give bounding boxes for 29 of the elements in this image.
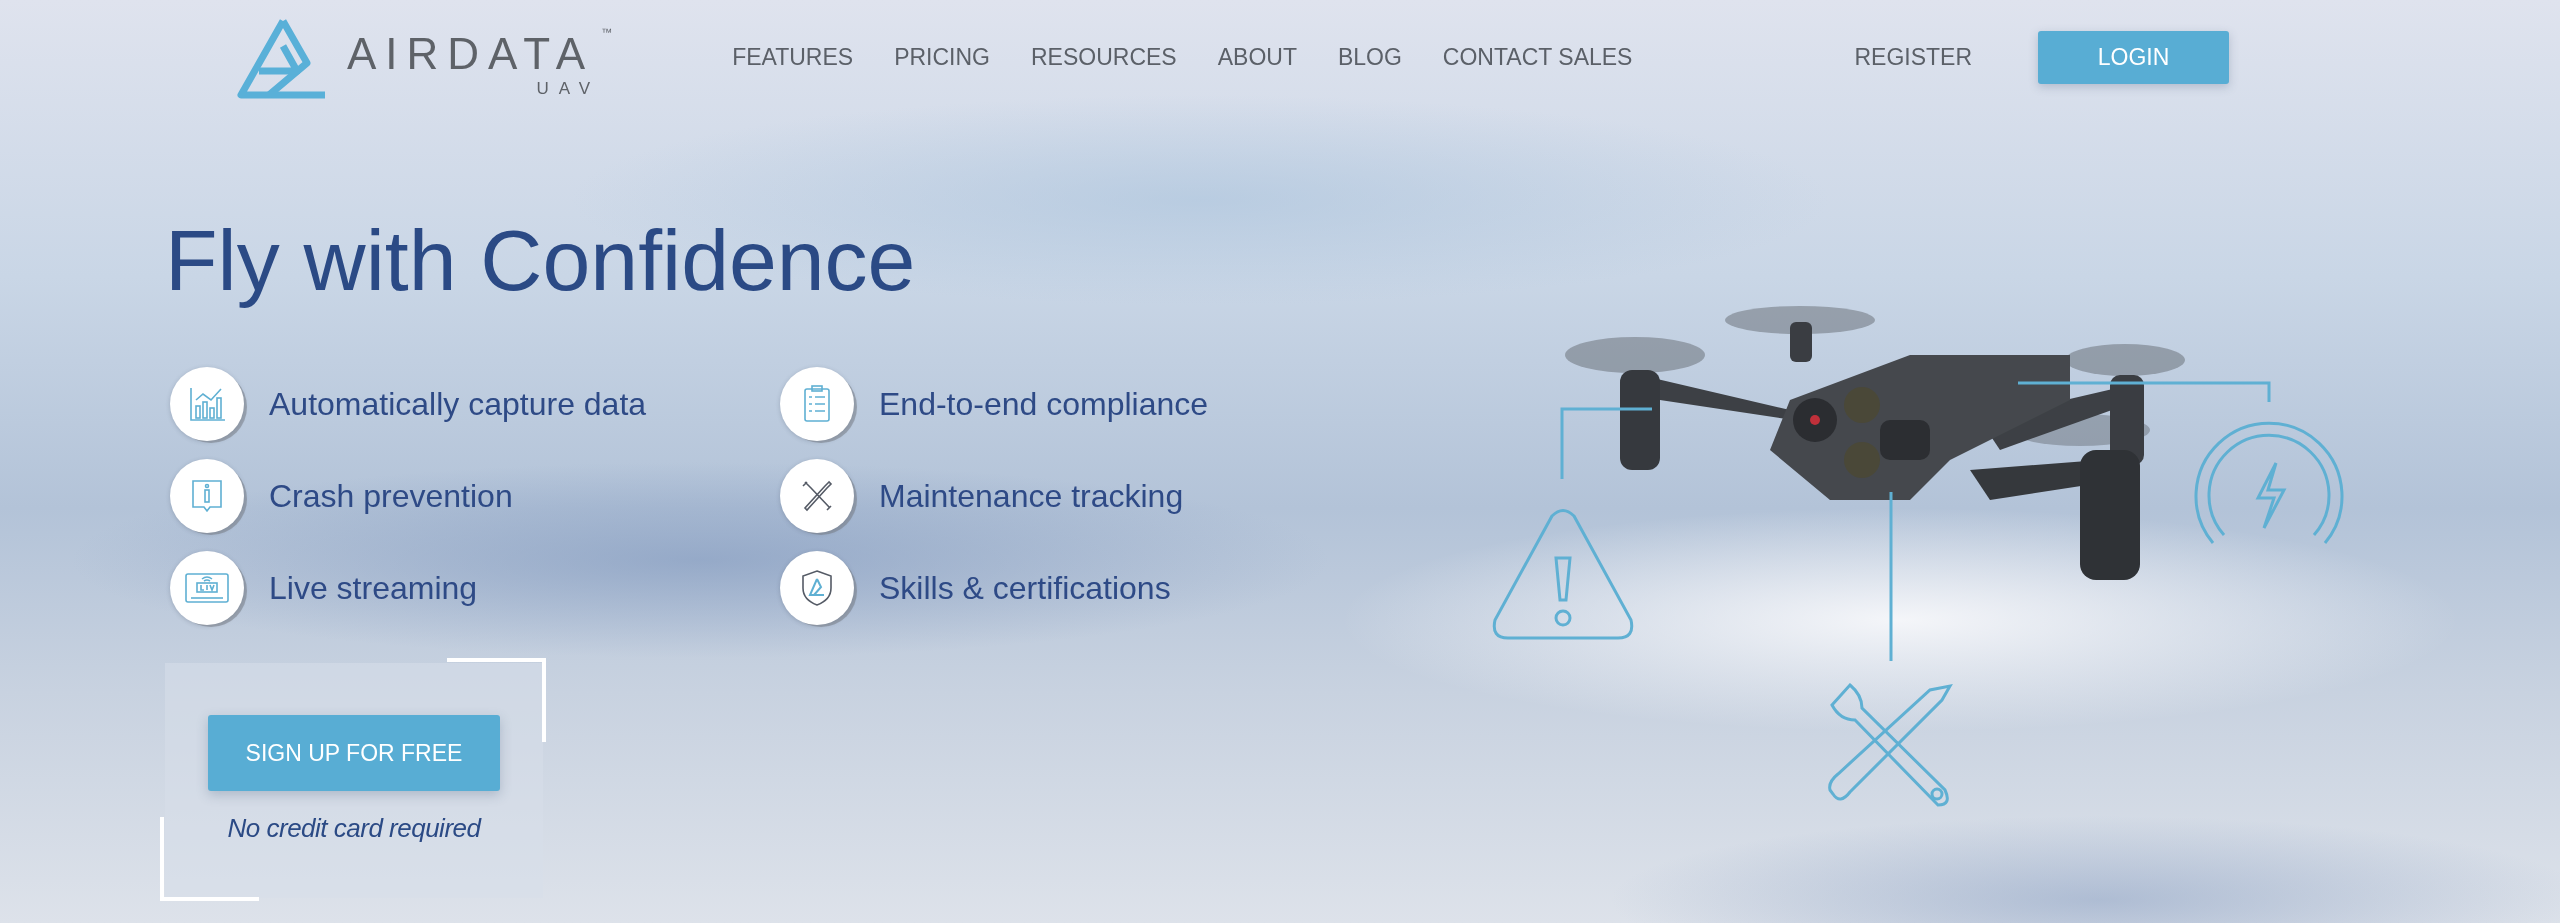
monitor-icon (170, 551, 244, 626)
warning-icon (1492, 509, 1634, 640)
nav-link[interactable]: PRICING (894, 44, 990, 71)
feature-label: Automatically capture data (269, 385, 647, 423)
logo-wordmark: AIRDATA (347, 32, 595, 76)
feature-label: Live streaming (269, 569, 478, 607)
tools-icon (780, 459, 854, 534)
chart-icon (170, 367, 244, 442)
shield-icon (780, 551, 854, 626)
feature-label: Skills & certifications (879, 569, 1171, 607)
gauge-icon (2194, 421, 2344, 544)
signup-button[interactable]: SIGN UP FOR FREE (208, 715, 500, 792)
nav-link[interactable]: FEATURES (732, 44, 854, 71)
tools-icon (1828, 683, 1952, 807)
nav-link[interactable]: RESOURCES (1031, 44, 1177, 71)
hero-headline: Fly with Confidence (165, 211, 916, 310)
info-icon (170, 459, 244, 534)
feature-label: End-to-end compliance (879, 385, 1209, 423)
clipboard-icon (780, 367, 854, 442)
nav-link[interactable]: CONTACT SALES (1442, 44, 1633, 71)
feature-label: Crash prevention (269, 477, 513, 515)
logo-subtitle: UAV (536, 80, 601, 97)
register-link[interactable]: REGISTER (1854, 44, 1973, 71)
trademark-sign: ™ (601, 26, 613, 38)
login-button[interactable]: LOGIN (2038, 31, 2230, 84)
feature-label: Maintenance tracking (879, 477, 1184, 515)
nav-link[interactable]: ABOUT (1217, 44, 1297, 71)
signup-note: No credit card required (227, 813, 481, 845)
nav-link[interactable]: BLOG (1337, 44, 1402, 71)
